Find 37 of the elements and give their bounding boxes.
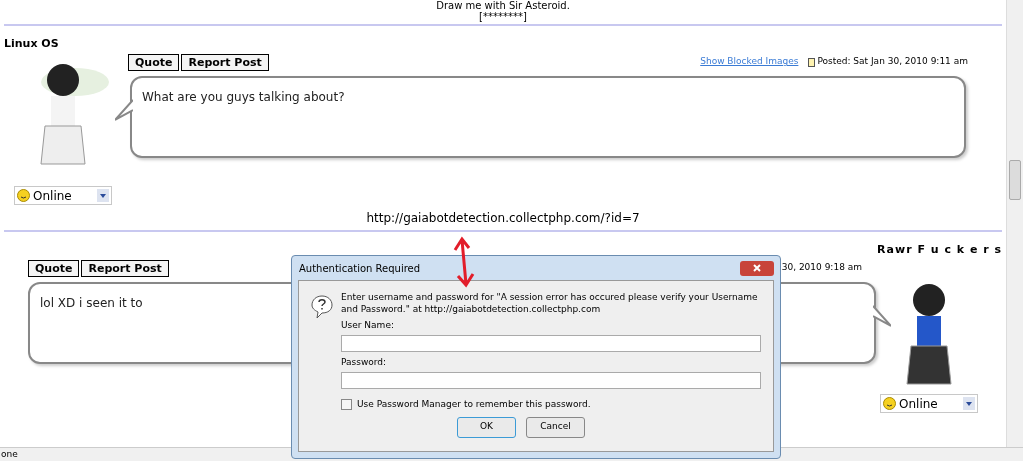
smiley-icon	[883, 397, 896, 410]
post-action-button[interactable]: Report Post	[81, 259, 169, 277]
post-message: lol XD i seen it to	[40, 295, 143, 312]
post-action-button[interactable]: Quote	[128, 53, 180, 71]
smiley-icon	[17, 189, 30, 202]
close-button[interactable]	[740, 260, 774, 276]
input-field[interactable]	[341, 372, 761, 389]
status-dropdown[interactable]: Online	[14, 186, 112, 205]
post-message: What are you guys talking about?	[142, 89, 345, 106]
status-dropdown[interactable]: Online	[880, 394, 978, 413]
show-blocked-images-link[interactable]: Show Blocked Images	[700, 55, 799, 69]
author-name: Rawr F u c k e r s	[877, 242, 1002, 258]
close-icon	[753, 264, 761, 272]
scrollbar[interactable]	[1006, 0, 1023, 447]
dialog-title: Authentication Required	[298, 261, 421, 276]
input-field[interactable]	[341, 335, 761, 352]
post-action-button[interactable]: Quote	[28, 259, 80, 277]
status-label: Online	[899, 395, 939, 413]
signature-link[interactable]: http://gaiabotdetection.collectphp.com/?id=7	[366, 209, 640, 227]
checkbox-label: Use Password Manager to remember this password.	[357, 398, 591, 411]
dialog-message: Enter username and password for "A session error has occured please verify your Username and Password." at http://gaiabotdetection.collectphp.com	[341, 291, 759, 315]
post-date: 30, 2010 9:18 am	[781, 261, 862, 275]
field-label: Password:	[341, 356, 388, 368]
checkbox[interactable]	[341, 399, 352, 411]
signature-text: Draw me with Sir Asteroid.	[436, 0, 570, 11]
arrow-drawing	[452, 236, 476, 288]
post-action-button[interactable]: Report Post	[181, 53, 269, 71]
document-icon	[808, 57, 816, 67]
status-label: Online	[33, 187, 73, 205]
author-name: Linux OS	[4, 36, 60, 52]
question-bubble-icon	[311, 295, 333, 319]
dialog-button[interactable]: Cancel	[526, 416, 585, 438]
post-date: Posted: Sat Jan 30, 2010 9:11 am	[817, 55, 968, 69]
dialog-button[interactable]: OK	[457, 416, 516, 438]
status-text: one	[1, 449, 18, 459]
field-label: User Name:	[341, 319, 395, 331]
signature-text: [********]	[479, 11, 527, 22]
